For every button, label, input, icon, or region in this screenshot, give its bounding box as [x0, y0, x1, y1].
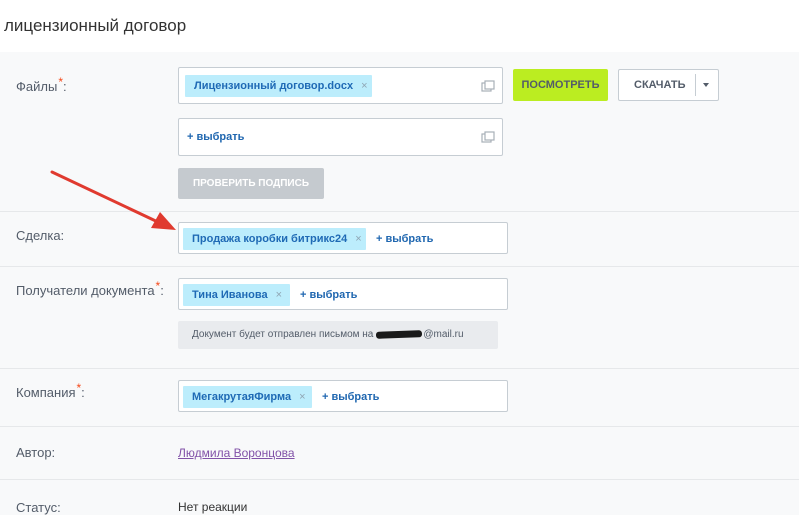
page-title: лицензионный договор	[4, 16, 187, 35]
add-company-link[interactable]: + выбрать	[322, 391, 379, 403]
divider	[0, 426, 799, 427]
deal-field[interactable]: Продажа коробки битрикс24 × + выбрать	[178, 222, 508, 254]
attach-file-icon[interactable]	[481, 80, 495, 92]
divider	[0, 211, 799, 212]
company-field[interactable]: МегакрутаяФирма × + выбрать	[178, 380, 508, 412]
divider	[0, 368, 799, 369]
recipients-field[interactable]: Тина Иванова × + выбрать	[178, 278, 508, 310]
redacted-email	[376, 330, 423, 339]
remove-recipient-icon[interactable]: ×	[276, 289, 282, 301]
files-field[interactable]: Лицензионный договор.docx ×	[178, 67, 503, 104]
add-deal-link[interactable]: + выбрать	[376, 233, 433, 245]
attach-file-icon[interactable]	[481, 131, 495, 143]
status-label: Статус:	[16, 500, 61, 515]
deal-label: Сделка:	[16, 228, 65, 243]
file-upload-field[interactable]: + выбрать	[178, 118, 503, 156]
check-signature-button[interactable]: ПРОВЕРИТЬ ПОДПИСЬ	[178, 168, 324, 199]
company-label: Компания*:	[16, 380, 85, 400]
recipients-label: Получатели документа*:	[16, 278, 164, 298]
add-file-link[interactable]: + выбрать	[187, 131, 244, 143]
files-label: Файлы*:	[16, 74, 67, 94]
file-tag[interactable]: Лицензионный договор.docx ×	[185, 75, 372, 97]
deal-tag[interactable]: Продажа коробки битрикс24 ×	[183, 228, 366, 250]
email-note: Документ будет отправлен письмом на @mail…	[178, 321, 498, 349]
divider	[0, 479, 799, 480]
chevron-down-icon[interactable]	[703, 83, 709, 87]
page-header: лицензионный договор	[0, 0, 799, 52]
author-label: Автор:	[16, 445, 56, 460]
recipient-tag[interactable]: Тина Иванова ×	[183, 284, 290, 306]
remove-company-icon[interactable]: ×	[299, 391, 305, 403]
download-label: СКАЧАТЬ	[634, 79, 686, 91]
remove-deal-icon[interactable]: ×	[355, 233, 361, 245]
author-link[interactable]: Людмила Воронцова	[178, 446, 295, 460]
download-button[interactable]: СКАЧАТЬ	[618, 69, 719, 101]
divider	[0, 266, 799, 267]
remove-file-icon[interactable]: ×	[361, 80, 367, 92]
view-button[interactable]: ПОСМОТРЕТЬ	[513, 69, 608, 101]
add-recipient-link[interactable]: + выбрать	[300, 289, 357, 301]
company-tag[interactable]: МегакрутаяФирма ×	[183, 386, 312, 408]
